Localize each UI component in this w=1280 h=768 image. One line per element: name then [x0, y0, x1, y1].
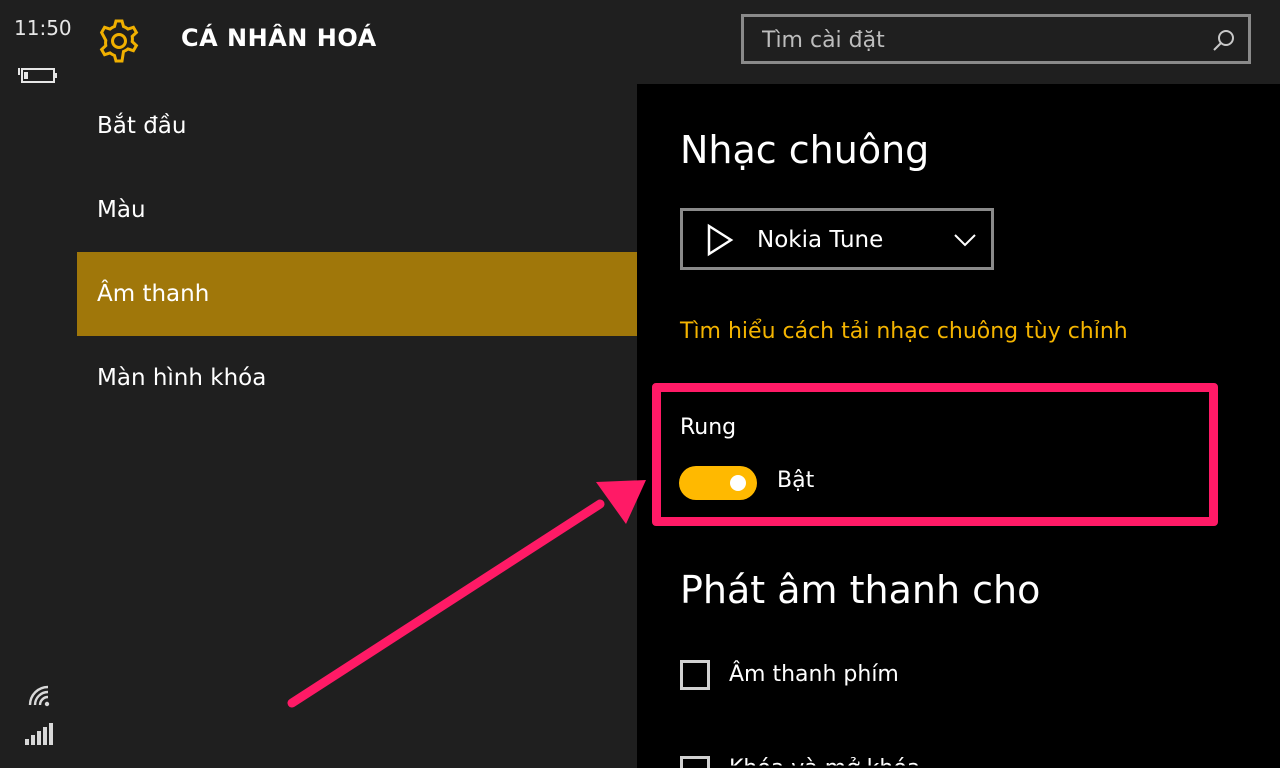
annotation-arrow — [287, 480, 646, 708]
